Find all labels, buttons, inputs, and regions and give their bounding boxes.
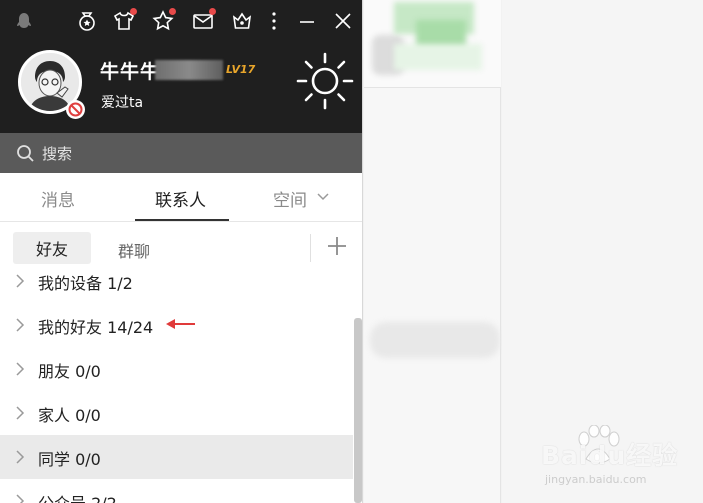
star-icon[interactable] (151, 8, 176, 33)
blurred-chat-item (370, 322, 500, 358)
tab-messages[interactable]: 消息 (41, 186, 75, 211)
crown-icon[interactable] (230, 9, 254, 33)
notification-dot (130, 8, 137, 15)
active-tab-indicator (135, 219, 229, 221)
more-icon[interactable] (262, 9, 286, 33)
signature[interactable]: 爱过ta (101, 92, 143, 112)
screen: Baidu经验 jingyan.baidu.com 牛牛牛 LV17 爱过ta … (0, 0, 703, 503)
group-row-my-devices[interactable]: 我的设备 1/2 (0, 259, 353, 303)
qq-penguin-icon[interactable] (12, 9, 36, 33)
chevron-down-icon[interactable] (316, 192, 330, 202)
annotation-arrow-icon (166, 319, 195, 329)
chevron-right-icon (16, 274, 25, 288)
close-icon[interactable] (331, 9, 355, 33)
medal-icon[interactable] (75, 9, 99, 33)
mail-icon[interactable] (191, 8, 216, 33)
group-label: 我的设备 1/2 (38, 274, 133, 293)
search-bar[interactable]: 搜索 (0, 133, 362, 173)
tab-space[interactable]: 空间 (273, 186, 307, 211)
group-row-family[interactable]: 家人 0/0 (0, 391, 353, 435)
group-label: 家人 0/0 (38, 406, 101, 425)
group-row-classmates[interactable]: 同学 0/0 (0, 435, 353, 479)
chevron-right-icon (16, 318, 25, 332)
weather-sun-icon[interactable] (296, 52, 354, 110)
shirt-icon[interactable] (112, 8, 137, 33)
chat-list-item[interactable] (364, 0, 501, 88)
add-icon[interactable] (326, 235, 348, 257)
search-input[interactable]: 搜索 (42, 143, 72, 164)
chevron-right-icon (16, 494, 25, 503)
nickname-redacted-blur (155, 60, 223, 80)
do-not-disturb-status-icon (66, 100, 85, 119)
group-label: 朋友 0/0 (38, 362, 101, 381)
minimize-icon[interactable] (295, 9, 319, 33)
chevron-right-icon (16, 406, 25, 420)
profile-header: 牛牛牛 LV17 爱过ta (0, 0, 362, 133)
search-icon (17, 145, 34, 162)
tab-contacts[interactable]: 联系人 (155, 186, 206, 211)
qq-main-panel: 牛牛牛 LV17 爱过ta 搜索 消息 联系人 空间 好友 群聊 我的设备 1/… (0, 0, 363, 503)
title-bar (0, 0, 362, 42)
friend-group-list: 我的设备 1/2 我的好友 14/24 朋友 0/0 家人 0/0 同学 0/0… (0, 259, 362, 503)
vip-level-badge[interactable]: LV17 (226, 63, 255, 76)
group-row-friends[interactable]: 朋友 0/0 (0, 347, 353, 391)
notification-dot (169, 8, 176, 15)
group-label: 公众号 2/2 (38, 490, 117, 503)
notification-dot (209, 8, 216, 15)
chevron-right-icon (16, 362, 25, 376)
watermark-subtext: jingyan.baidu.com (545, 473, 647, 486)
group-label: 我的好友 14/24 (38, 318, 154, 337)
group-label: 同学 0/0 (38, 450, 101, 469)
chevron-right-icon (16, 450, 25, 464)
main-tabs: 消息 联系人 空间 (0, 173, 362, 222)
nickname[interactable]: 牛牛牛 (100, 57, 160, 84)
group-row-official-accounts[interactable]: 公众号 2/2 (0, 479, 353, 503)
scrollbar[interactable] (354, 318, 362, 503)
divider (310, 234, 311, 262)
watermark-text: Baidu经验 (541, 441, 679, 470)
